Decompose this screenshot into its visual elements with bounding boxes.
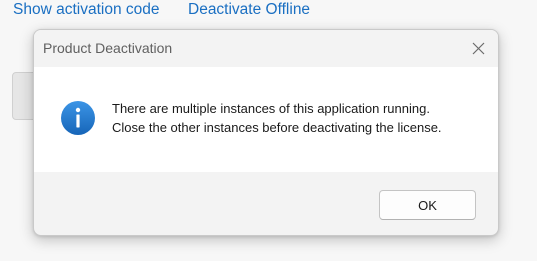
app-window: Show activation code Deactivate Offline … bbox=[0, 0, 537, 261]
message-line: There are multiple instances of this app… bbox=[112, 101, 430, 116]
product-deactivation-dialog: Product Deactivation There are multiple … bbox=[33, 29, 499, 236]
dialog-titlebar: Product Deactivation bbox=[34, 30, 498, 67]
message-line: Close the other instances before deactiv… bbox=[112, 120, 442, 135]
ok-button[interactable]: OK bbox=[379, 190, 476, 220]
show-activation-code-link[interactable]: Show activation code bbox=[13, 1, 159, 19]
dialog-message: There are multiple instances of this app… bbox=[112, 99, 442, 137]
close-icon bbox=[472, 42, 484, 54]
dialog-content: There are multiple instances of this app… bbox=[34, 67, 498, 172]
info-icon bbox=[61, 101, 95, 135]
deactivate-offline-link[interactable]: Deactivate Offline bbox=[188, 1, 310, 19]
dialog-title: Product Deactivation bbox=[43, 40, 173, 56]
close-button[interactable] bbox=[464, 35, 492, 61]
